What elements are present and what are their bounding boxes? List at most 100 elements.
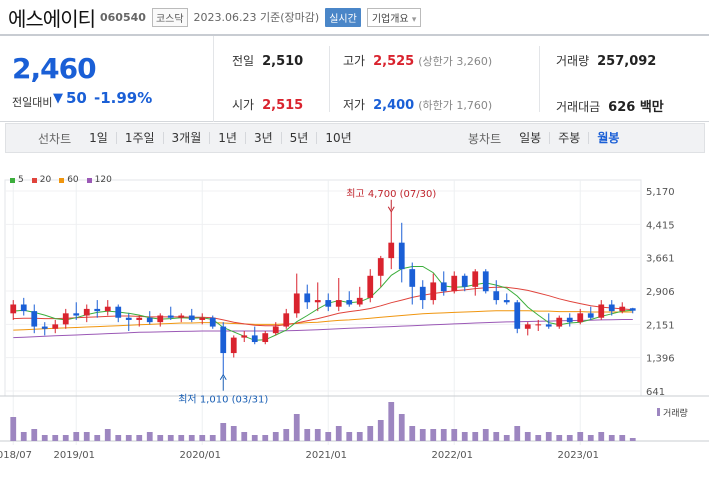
low-value: 2,400 — [373, 98, 415, 113]
candle-body — [514, 302, 521, 329]
prev-close-label: 전일 — [232, 54, 255, 68]
candle-body — [314, 300, 321, 303]
volume-bar — [493, 432, 500, 441]
candle-body — [272, 326, 279, 334]
stock-name: 에스에이티 — [8, 6, 96, 31]
candle-body — [230, 337, 237, 354]
y-tick-label: 3,661 — [646, 254, 675, 265]
candle-body — [62, 313, 69, 325]
volume-bar — [430, 429, 437, 441]
period-10y-button[interactable]: 10년 — [316, 132, 359, 144]
legend-swatch — [59, 177, 65, 183]
line-chart-title: 선차트 — [38, 131, 72, 146]
volume-bar — [356, 432, 363, 441]
company-overview-label: 기업개요 — [371, 13, 409, 25]
volume-bar — [346, 432, 353, 441]
volume-bar — [146, 432, 153, 441]
moving-average-ma60 — [13, 310, 633, 331]
candle-body — [608, 304, 615, 312]
high-value: 2,525 — [373, 54, 415, 69]
y-tick-label: 2,151 — [646, 320, 675, 331]
candle-body — [167, 315, 174, 318]
stock-header: 에스에이티 060540 코스닥 2023.06.23 기준(장마감) 실시간 … — [0, 0, 709, 34]
open-cell: 시가 2,515 — [232, 96, 303, 113]
candle-body — [115, 306, 122, 318]
candle-body — [104, 306, 111, 312]
candle-chart-options: 봉차트 일봉 주봉 월봉 — [468, 124, 627, 152]
legend-ma120: 120 — [86, 175, 112, 185]
low-cell: 저가 2,400 (하한가 1,760) — [343, 96, 492, 113]
volume-bar — [262, 435, 269, 441]
price-pane-frame — [4, 179, 642, 397]
volume-bar — [136, 435, 143, 441]
realtime-button[interactable]: 실시간 — [325, 7, 361, 27]
period-3m-button[interactable]: 3개월 — [162, 132, 210, 144]
volume-bar — [398, 414, 405, 441]
candle-body — [41, 326, 48, 329]
candle-body — [440, 282, 447, 292]
high-annotation: 최고 4,700 (07/30) — [346, 188, 436, 200]
volume-bar — [188, 435, 195, 441]
x-tick-label: 2019/01 — [53, 450, 95, 461]
monthly-candle-button[interactable]: 월봉 — [588, 132, 627, 144]
candle-body — [262, 333, 269, 343]
candle-body — [535, 324, 542, 326]
x-tick-label: 2022/01 — [431, 450, 473, 461]
candle-body — [31, 311, 38, 327]
candle-body — [377, 258, 384, 276]
y-tick-label: 1,396 — [646, 354, 675, 365]
candle-body — [598, 304, 605, 318]
lower-limit: (하한가 1,760) — [418, 99, 493, 112]
base-date: 2023.06.23 기준(장마감) — [193, 11, 320, 24]
prev-close-cell: 전일 2,510 — [232, 52, 303, 69]
volume-label: 거래량 — [556, 54, 590, 68]
low-label: 저가 — [343, 98, 366, 112]
volume-bar — [503, 435, 510, 441]
legend-swatch — [31, 177, 37, 183]
candle-body — [220, 326, 227, 354]
candle-body — [482, 271, 489, 292]
volume-bar — [199, 435, 206, 441]
candle-body — [209, 317, 216, 327]
daily-candle-button[interactable]: 일봉 — [511, 132, 549, 144]
volume-bar — [304, 429, 311, 441]
legend-label: 20 — [39, 175, 52, 185]
volume-bar — [115, 435, 122, 441]
ma-legend: 5 20 60 120 — [10, 175, 120, 185]
legend-ma5: 5 — [10, 175, 24, 185]
candle-body — [493, 291, 500, 301]
volume-bar — [451, 429, 458, 441]
chevron-down-icon: ▾ — [411, 14, 417, 25]
company-overview-button[interactable]: 기업개요 ▾ — [366, 7, 422, 27]
period-1w-button[interactable]: 1주일 — [115, 132, 163, 144]
volume-bar — [272, 432, 279, 441]
volume-bar — [293, 414, 300, 441]
column-divider — [329, 46, 330, 112]
y-tick-label: 5,170 — [646, 187, 675, 198]
candle-body — [199, 317, 206, 320]
amount-value: 626 백만 — [608, 100, 664, 115]
candle-body — [419, 286, 426, 301]
candle-body — [619, 306, 626, 312]
legend-ma20: 20 — [31, 175, 52, 185]
volume-bar — [377, 420, 384, 441]
volume-bar — [10, 417, 17, 441]
period-5y-button[interactable]: 5년 — [280, 132, 317, 144]
volume-bar — [52, 435, 59, 441]
candle-body — [146, 317, 153, 323]
candle-body — [10, 304, 17, 314]
amount-label: 거래대금 — [556, 100, 601, 114]
weekly-candle-button[interactable]: 주봉 — [549, 132, 588, 144]
period-3y-button[interactable]: 3년 — [244, 132, 281, 144]
volume-cell: 거래량 257,092 — [556, 52, 656, 69]
period-1d-button[interactable]: 1일 — [81, 132, 116, 144]
legend-swatch — [86, 177, 92, 183]
volume-bar — [178, 435, 185, 441]
volume-bar — [31, 429, 38, 441]
legend-label: 60 — [67, 175, 79, 185]
current-price-box: 2,460 전일대비 ▼ 50 -1.99% — [0, 36, 214, 122]
candle-body — [524, 324, 531, 329]
volume-bar — [335, 426, 342, 441]
volume-legend-swatch — [657, 408, 660, 416]
period-1y-button[interactable]: 1년 — [209, 132, 245, 144]
